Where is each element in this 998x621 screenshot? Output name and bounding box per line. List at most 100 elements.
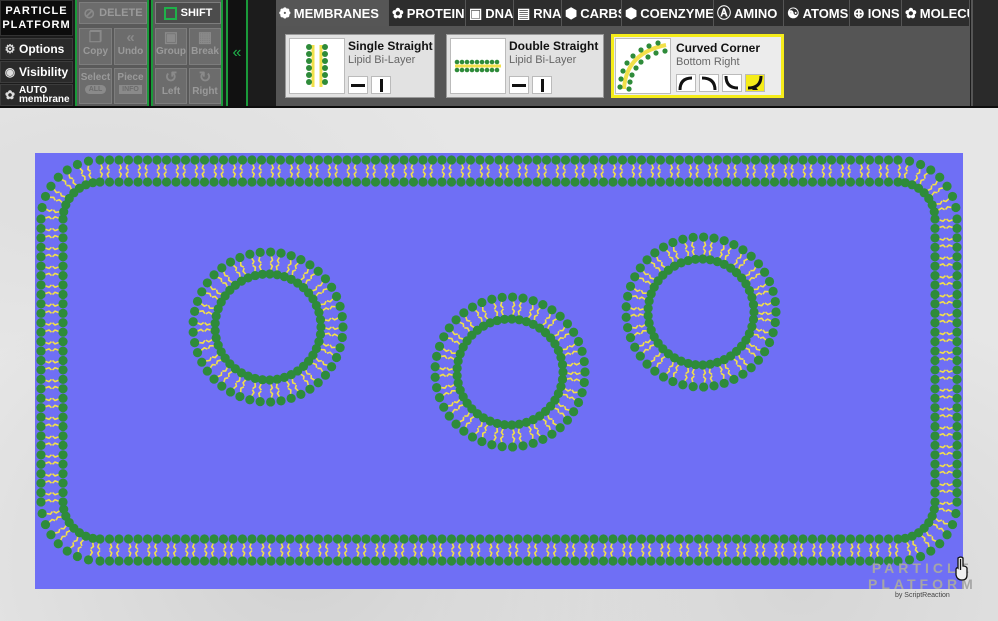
shift-label: SHIFT	[180, 7, 213, 19]
tab-coenzymes[interactable]: ⬢ COENZYMES	[622, 0, 714, 26]
membrane-label: membrane	[19, 94, 70, 105]
copy-icon: ❐	[88, 29, 103, 46]
tab-molecules[interactable]: ✿ MOLECULES	[902, 0, 970, 26]
tab-carbs[interactable]: ⬢ CARBS	[562, 0, 622, 26]
break-icon: ▦	[197, 29, 213, 46]
hand-cursor-icon	[955, 556, 968, 581]
amino-icon: Ⓐ	[717, 5, 731, 21]
options-label: Options	[19, 42, 65, 56]
logo-line1: PARTICLE	[5, 5, 68, 17]
membrane-icon: ✿	[4, 87, 16, 102]
vertical-bar-icon	[541, 79, 544, 92]
undo-icon: «	[126, 29, 135, 46]
double-straight-thumbnail	[450, 38, 506, 94]
arrange-panel: SHIFT ▣ Group ▦ Break ↺ Left ↻ Right	[151, 0, 223, 106]
app-logo: PARTICLE PLATFORM	[0, 0, 73, 36]
library-panel: ❁ MEMBRANES ✿ PROTEINS ▣ DNA ▤ RNA ⬢ CAR…	[276, 0, 970, 106]
tab-label: MOLECULES	[919, 5, 969, 21]
tab-label: DNA	[485, 5, 514, 21]
tab-label: CARBS	[580, 5, 622, 21]
copy-label: Copy	[83, 46, 108, 57]
visibility-button[interactable]: ◉ Visibility	[0, 61, 73, 83]
tab-proteins[interactable]: ✿ PROTEINS	[389, 0, 466, 26]
orientation-top-right-button[interactable]	[699, 74, 719, 92]
left-label: Left	[161, 86, 181, 97]
logo-line2: PLATFORM	[2, 19, 71, 31]
horizontal-bar-icon	[351, 84, 365, 87]
tab-ions[interactable]: ⊕ IONS	[850, 0, 902, 26]
vertical-bar-icon	[380, 79, 383, 92]
carbs-icon: ⬢	[565, 4, 578, 21]
rotate-right-icon: ↻	[198, 69, 212, 86]
edit-panel: ⊘ DELETE ❐ Copy « Undo Select ALL Piece …	[75, 0, 149, 106]
copy-button[interactable]: ❐ Copy	[79, 28, 112, 65]
piece-title: Double Straight	[509, 39, 599, 53]
watermark-byline: by ScriptReaction	[894, 592, 950, 599]
membrane-scene[interactable]	[35, 153, 963, 589]
collapse-toolbar-button[interactable]: «	[226, 0, 248, 106]
piece-info-button[interactable]: Piece INFO	[114, 68, 147, 104]
orientation-top-left-button[interactable]	[676, 74, 696, 92]
orientation-horizontal-button[interactable]	[509, 76, 529, 94]
group-icon: ▣	[163, 29, 179, 46]
break-label: Break	[191, 46, 219, 57]
eye-icon: ◉	[4, 65, 16, 79]
corner-top-right-icon	[701, 76, 717, 91]
protein-icon: ✿	[392, 4, 404, 21]
rotate-left-icon: ↺	[164, 69, 178, 86]
undo-label: Undo	[117, 46, 144, 57]
rna-icon: ▤	[517, 4, 531, 21]
orientation-vertical-button[interactable]	[371, 76, 391, 94]
piece-title: Single Straight	[348, 39, 433, 53]
orientation-bottom-right-button[interactable]	[745, 74, 765, 92]
delete-button[interactable]: ⊘ DELETE	[79, 2, 147, 24]
group-button[interactable]: ▣ Group	[155, 28, 187, 65]
curved-corner-thumbnail	[615, 38, 671, 94]
break-button[interactable]: ▦ Break	[189, 28, 221, 65]
piece-label: Piece	[117, 72, 144, 83]
visibility-label: Visibility	[19, 65, 69, 79]
tab-membranes[interactable]: ❁ MEMBRANES	[276, 0, 389, 26]
tab-dna[interactable]: ▣ DNA	[466, 0, 514, 26]
ion-icon: ⊕	[853, 4, 865, 21]
select-all-button[interactable]: Select ALL	[79, 68, 112, 104]
undo-button[interactable]: « Undo	[114, 28, 147, 65]
membrane-icon: ❁	[279, 4, 291, 21]
orientation-vertical-button[interactable]	[532, 76, 552, 94]
piece-subtitle: Lipid Bi-Layer	[348, 54, 416, 66]
piece-title: Curved Corner	[676, 41, 761, 55]
shift-button[interactable]: SHIFT	[155, 2, 221, 24]
single-straight-thumbnail	[289, 38, 345, 94]
tab-label: MEMBRANES	[293, 5, 379, 21]
checkbox-icon	[163, 6, 177, 20]
toolbar: PARTICLE PLATFORM ⚙ Options ◉ Visibility…	[0, 0, 998, 108]
orientation-horizontal-button[interactable]	[348, 76, 368, 94]
tab-atoms[interactable]: ☯ ATOMS	[784, 0, 850, 26]
tab-rna[interactable]: ▤ RNA	[514, 0, 562, 26]
select-badge: ALL	[84, 85, 107, 94]
tab-label: AMINO	[734, 5, 778, 21]
piece-curved-corner[interactable]: Curved Corner Bottom Right	[611, 34, 784, 98]
tab-label: RNA	[533, 5, 562, 21]
rotate-left-button[interactable]: ↺ Left	[155, 68, 187, 104]
coenzyme-icon: ⬢	[625, 4, 638, 21]
orientation-bottom-left-button[interactable]	[722, 74, 742, 92]
rotate-right-button[interactable]: ↻ Right	[189, 68, 221, 104]
auto-membrane-button[interactable]: ✿ AUTO membrane	[0, 84, 73, 106]
piece-subtitle: Bottom Right	[676, 56, 740, 68]
options-button[interactable]: ⚙ Options	[0, 38, 73, 60]
tab-amino[interactable]: Ⓐ AMINO	[714, 0, 784, 26]
group-label: Group	[156, 46, 186, 57]
double-chevron-left-icon: «	[232, 44, 242, 61]
atom-icon: ☯	[787, 4, 800, 21]
piece-badge: INFO	[119, 85, 142, 94]
membrane-canvas[interactable]	[35, 153, 963, 589]
piece-bar: Single Straight Lipid Bi-Layer Double St…	[276, 26, 970, 106]
piece-single-straight[interactable]: Single Straight Lipid Bi-Layer	[285, 34, 435, 98]
tab-label: PROTEINS	[406, 5, 465, 21]
corner-bottom-left-icon	[724, 75, 739, 90]
tab-label: IONS	[867, 5, 900, 21]
piece-double-straight[interactable]: Double Straight Lipid Bi-Layer	[446, 34, 604, 98]
corner-bottom-right-icon	[747, 75, 763, 90]
toolbar-right-edge	[971, 0, 998, 106]
